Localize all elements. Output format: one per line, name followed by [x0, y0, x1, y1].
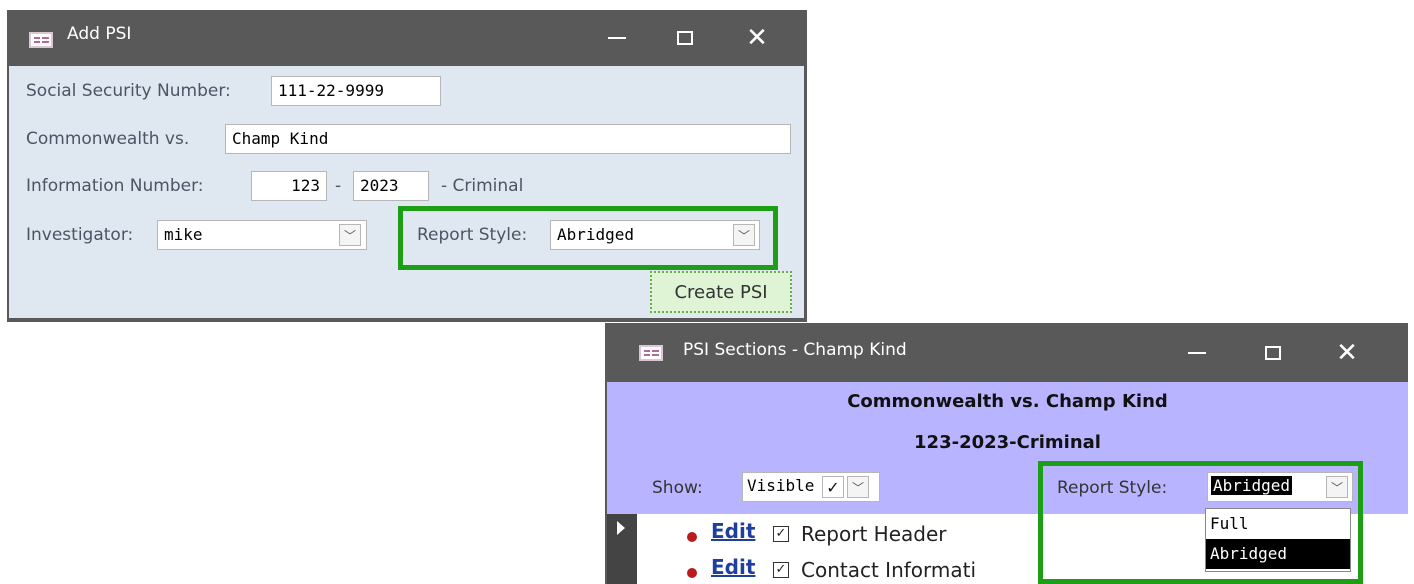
maximize-button[interactable] [1251, 333, 1295, 373]
info-number-field[interactable]: 123 [251, 171, 327, 201]
report-style-highlight [1038, 461, 1363, 584]
investigator-label: Investigator: [26, 225, 134, 245]
maximize-icon [677, 31, 693, 45]
record-selector-icon[interactable] [617, 521, 625, 535]
info-dash: - [335, 176, 342, 196]
report-style-label: Report Style: [417, 225, 528, 245]
case-title: Commonwealth vs. Champ Kind [847, 391, 1168, 412]
window-title: Add PSI [67, 24, 132, 44]
maximize-icon [1265, 346, 1281, 360]
show-label: Show: [652, 478, 703, 498]
edit-link[interactable]: Edit [711, 519, 755, 543]
form-icon [29, 32, 53, 48]
add-psi-window: Add PSI ✕ Social Security Number: 111-22… [7, 10, 807, 322]
commonwealth-label: Commonwealth vs. [26, 129, 190, 149]
close-icon: ✕ [1336, 338, 1358, 368]
info-suffix: - Criminal [441, 176, 524, 196]
info-number-label: Information Number: [26, 176, 204, 196]
chevron-down-icon[interactable]: ﹀ [847, 476, 869, 498]
form-icon [639, 345, 663, 361]
psi-sections-titlebar[interactable]: PSI Sections - Champ Kind ✕ [605, 323, 1408, 382]
add-psi-form: Social Security Number: 111-22-9999 Comm… [9, 66, 804, 318]
case-number: 123-2023-Criminal [914, 432, 1101, 453]
psi-sections-window: PSI Sections - Champ Kind ✕ Commonwealth… [605, 323, 1408, 584]
report-style-combo[interactable]: Abridged [550, 220, 760, 250]
commonwealth-field[interactable]: Champ Kind [225, 124, 791, 154]
investigator-combo[interactable]: mike [157, 220, 367, 250]
ssn-field[interactable]: 111-22-9999 [271, 76, 441, 106]
close-button[interactable]: ✕ [1325, 333, 1369, 373]
bullet-icon [687, 568, 697, 578]
window-title: PSI Sections - Champ Kind [683, 340, 907, 360]
add-psi-titlebar[interactable]: Add PSI ✕ [7, 10, 807, 66]
create-psi-button[interactable]: Create PSI [650, 271, 792, 313]
bullet-icon [687, 532, 697, 542]
checkmark-icon: ✓ [822, 476, 844, 498]
show-value: Visible [747, 476, 815, 495]
minimize-button[interactable] [1175, 333, 1219, 373]
edit-link[interactable]: Edit [711, 555, 755, 579]
checkbox-icon[interactable]: ✓ [773, 526, 789, 542]
minimize-icon [608, 37, 626, 39]
chevron-down-icon[interactable]: ﹀ [339, 224, 361, 246]
info-year-field[interactable]: 2023 [353, 171, 429, 201]
minimize-icon [1188, 352, 1206, 354]
chevron-down-icon[interactable]: ﹀ [733, 224, 755, 246]
close-icon: ✕ [746, 23, 768, 53]
minimize-button[interactable] [595, 18, 639, 58]
ssn-label: Social Security Number: [26, 81, 231, 101]
row-label: Report Header [801, 522, 947, 546]
checkbox-icon[interactable]: ✓ [773, 562, 789, 578]
close-button[interactable]: ✕ [735, 18, 779, 58]
row-label: Contact Informati [801, 558, 977, 582]
maximize-button[interactable] [663, 18, 707, 58]
